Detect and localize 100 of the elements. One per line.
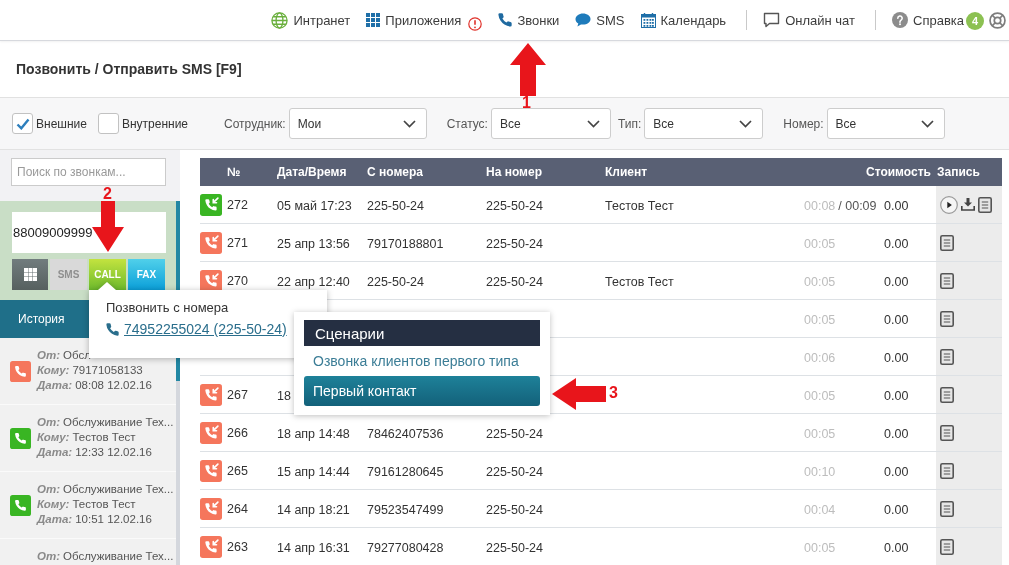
table-cell: 225-50-24 [367, 274, 424, 289]
history-detail: От: Обслуживание Тех... [37, 482, 174, 497]
nav-link[interactable]: Интранет [271, 11, 351, 29]
document-icon[interactable] [940, 310, 954, 327]
search-field[interactable]: Поиск по звонкам... [11, 158, 166, 186]
document-icon[interactable] [940, 234, 954, 251]
history-detail: Кому: Тестов Тест [37, 430, 137, 445]
table-cell: 00:06 [804, 350, 836, 365]
dropdown[interactable]: Все [826, 108, 945, 139]
table-cell: 22 апр 12:40 [277, 274, 350, 289]
checkbox[interactable] [97, 113, 119, 134]
document-icon[interactable] [940, 538, 954, 555]
table-cell: 00:05 [804, 388, 836, 403]
table-cell: 0.00 [884, 502, 909, 517]
nav-link[interactable]: Звонки [498, 12, 560, 28]
chevron-down-icon [920, 119, 934, 128]
history-detail: Дата: 12:33 12.02.16 [37, 445, 153, 460]
notification-badge: 4 [966, 12, 984, 30]
table-cell: 25 апр 13:56 [277, 236, 350, 251]
table-cell: 00:05 [804, 312, 836, 327]
keypad-button[interactable] [12, 259, 48, 290]
nav-link[interactable]: Приложения [366, 12, 462, 28]
column-header[interactable]: Дата/Время [277, 165, 367, 179]
play-icon[interactable] [940, 195, 958, 214]
popup-title: Позвонить с номера [106, 300, 229, 316]
download-icon[interactable] [961, 198, 975, 211]
annotation-number: 2 [103, 187, 112, 200]
table-cell: 225-50-24 [486, 464, 543, 479]
filter-label: Сотрудник: [224, 116, 286, 131]
column-header[interactable]: На номер [486, 165, 605, 179]
menu-header: Сценарии [304, 320, 540, 346]
table-cell: 272 [227, 197, 248, 212]
table-cell: 0.00 [884, 388, 909, 403]
table-cell: 225-50-24 [486, 198, 543, 213]
column-header[interactable]: Клиент [605, 165, 800, 179]
menu-item[interactable]: Озвонка клиентов первого типа [304, 346, 540, 376]
checkbox-label: Внешние [36, 116, 87, 131]
help-icon [892, 12, 908, 28]
table-cell: 78462407536 [367, 426, 444, 441]
chat-bubble-icon [575, 13, 592, 27]
table-cell: 265 [227, 463, 248, 478]
table-cell: 79161280645 [367, 464, 444, 479]
column-header[interactable]: Стоимость [866, 165, 936, 179]
chevron-down-icon [739, 119, 753, 128]
checkmark-icon [15, 117, 30, 130]
arrow-left-icon [552, 378, 606, 410]
history-detail: От: Обслуживание Тех... [37, 549, 174, 564]
dropdown[interactable]: Все [490, 108, 611, 139]
checkbox-label: Внутренние [121, 116, 189, 131]
document-icon[interactable] [978, 196, 992, 213]
dropdown[interactable]: Мои [288, 108, 427, 139]
filter-label: Тип: [617, 116, 642, 131]
document-icon[interactable] [940, 424, 954, 441]
document-icon[interactable] [940, 386, 954, 403]
document-icon[interactable] [940, 272, 954, 289]
annotation-number: 1 [522, 96, 531, 109]
nav-link[interactable]: Справка [892, 12, 964, 28]
column-header[interactable]: С номера [367, 165, 486, 179]
table-cell: 00:04 [804, 502, 836, 517]
document-icon[interactable] [940, 348, 954, 365]
table-cell: 79277080428 [367, 540, 444, 555]
history-detail: От: Обслуживание Тех... [37, 415, 174, 430]
phone-number-link[interactable]: 74952255024 (225-50-24) [106, 322, 287, 337]
page-title: Позвонить / Отправить SMS [F9] [16, 61, 242, 77]
table-cell: 00:05 [804, 236, 836, 251]
table-cell: 0.00 [884, 426, 909, 441]
arrow-down-icon [92, 201, 124, 252]
keypad-icon [23, 268, 37, 281]
table-cell: 0.00 [884, 350, 909, 365]
history-detail: Кому: Тестов Тест [37, 497, 137, 512]
nav-link[interactable]: Онлайн чат [763, 12, 855, 28]
nav-link[interactable]: SMS [575, 12, 625, 28]
chat-icon [763, 12, 781, 28]
column-header[interactable]: № [200, 165, 277, 179]
history-detail: Дата: 10:51 12.02.16 [37, 512, 153, 527]
column-header[interactable]: Запись [936, 165, 1002, 179]
checkbox[interactable] [12, 113, 33, 134]
table-cell: Тестов Тест [605, 274, 674, 289]
calendar-icon [640, 12, 656, 28]
chevron-down-icon [586, 119, 600, 128]
table-cell: 14 апр 18:21 [277, 502, 350, 517]
filter-label: Номер: [783, 116, 824, 131]
table-cell: 00:05 [804, 274, 836, 289]
table-cell: 225-50-24 [486, 426, 543, 441]
table-cell: 225-50-24 [367, 198, 424, 213]
table-cell: 263 [227, 539, 248, 554]
arrow-up-icon [510, 43, 546, 96]
table-cell: 15 апр 14:44 [277, 464, 350, 479]
table-cell: 225-50-24 [486, 236, 543, 251]
annotation-number: 3 [609, 386, 618, 399]
table-cell: 00:05 [804, 426, 836, 441]
dropdown[interactable]: Все [644, 108, 764, 139]
lifebuoy-icon[interactable] [989, 11, 1006, 29]
phone-number-field[interactable]: 88009009999 [12, 212, 166, 253]
nav-link[interactable]: Календарь [640, 12, 727, 28]
table-cell: 00:10 [804, 464, 836, 479]
table-cell: 18 апр 14:48 [277, 426, 350, 441]
menu-item[interactable]: Первый контакт [304, 376, 540, 406]
document-icon[interactable] [940, 500, 954, 517]
document-icon[interactable] [940, 462, 954, 479]
